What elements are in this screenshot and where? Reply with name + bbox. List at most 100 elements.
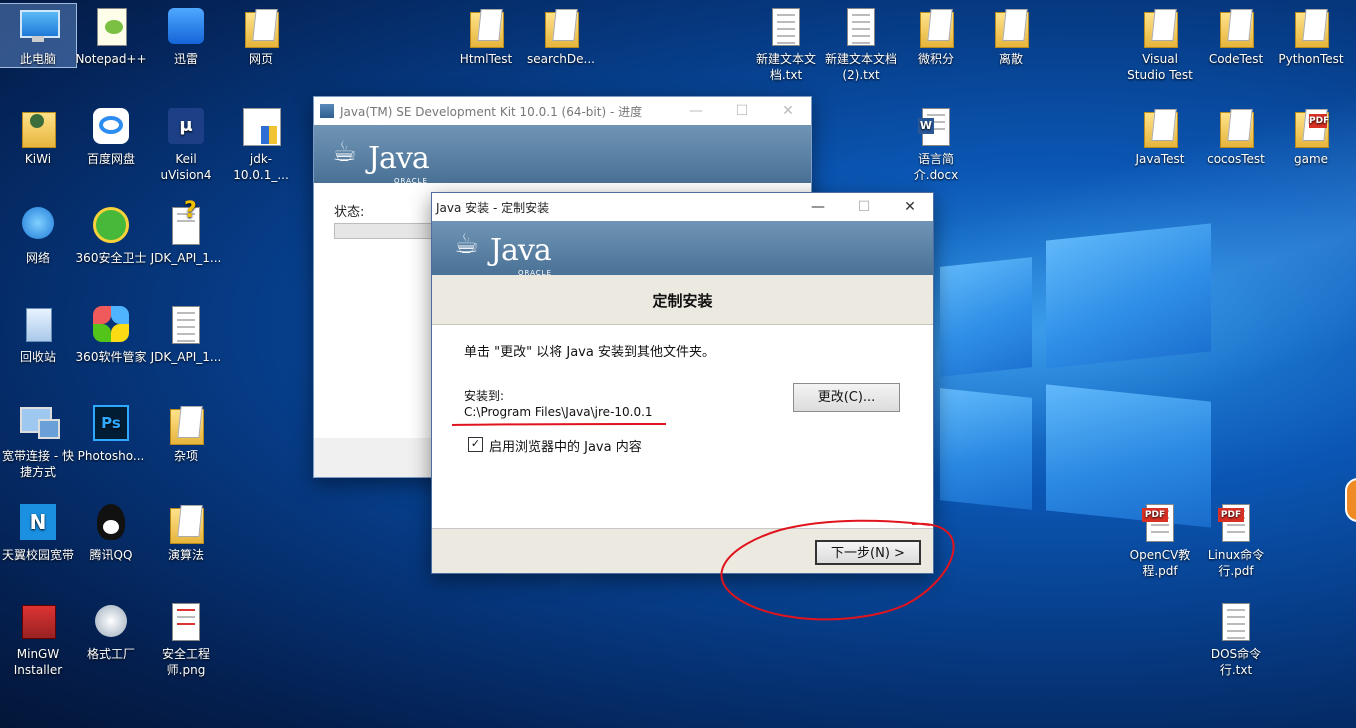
desktop-icon-label: 新建文本文档 (2).txt bbox=[824, 52, 897, 82]
close-button[interactable]: ✕ bbox=[887, 193, 933, 221]
desktop-icon[interactable]: 新建文本文档.txt bbox=[748, 4, 824, 83]
folder-icon bbox=[239, 4, 283, 48]
desktop-icon[interactable]: Visual Studio Test bbox=[1122, 4, 1198, 83]
desktop-icon-label: KiWi bbox=[24, 152, 52, 166]
maximize-button[interactable]: ☐ bbox=[841, 193, 887, 221]
oracle-logo-text: ORACLE bbox=[518, 269, 552, 277]
next-button[interactable]: 下一步(N) > bbox=[815, 540, 921, 565]
desktop-icon-label: 宽带连接 - 快捷方式 bbox=[2, 449, 74, 479]
baidu-icon bbox=[89, 104, 133, 148]
desktop-icon[interactable]: ? JDK_API_1... bbox=[148, 200, 224, 266]
desktop-icon[interactable]: 杂项 bbox=[148, 401, 224, 464]
setup-dialog-titlebar[interactable]: Java 安装 - 定制安装 — ☐ ✕ bbox=[432, 193, 933, 221]
desktop-icon[interactable]: PDF game bbox=[1273, 104, 1349, 167]
desktop-icon-label: MinGW Installer bbox=[13, 647, 63, 677]
desktop-icon[interactable]: CodeTest bbox=[1198, 4, 1274, 67]
desktop-icon-label: 腾讯QQ bbox=[89, 548, 133, 562]
png-icon bbox=[164, 599, 208, 643]
desktop-icon-label: 此电脑 bbox=[19, 52, 56, 66]
install-path: C:\Program Files\Java\jre-10.0.1 bbox=[464, 405, 653, 419]
s360mgr-icon bbox=[89, 302, 133, 346]
desktop-icon[interactable]: W 语言简介.docx bbox=[898, 104, 974, 183]
desktop-icon-label: 新建文本文档.txt bbox=[755, 52, 816, 82]
desktop-icon-label: JDK_API_1... bbox=[150, 251, 222, 265]
desktop-icon[interactable]: N 天翼校园宽带 bbox=[0, 500, 76, 563]
doc-icon bbox=[164, 302, 208, 346]
desktop-icon-label: 演算法 bbox=[167, 548, 204, 562]
orange-edge-widget[interactable] bbox=[1345, 478, 1356, 522]
minimize-button[interactable]: — bbox=[673, 97, 719, 125]
desktop-icon[interactable]: MinGW Installer bbox=[0, 599, 76, 678]
desktop-icon[interactable]: JDK_API_1... bbox=[148, 302, 224, 365]
java-cup-icon: ☕ bbox=[454, 227, 480, 260]
desktop-icon[interactable]: PDF Linux命令行.pdf bbox=[1198, 500, 1274, 579]
notepad-icon bbox=[89, 4, 133, 48]
desktop-icon-label: 微积分 bbox=[917, 52, 954, 66]
change-button[interactable]: 更改(C)... bbox=[793, 383, 900, 412]
desktop-icon[interactable]: 安全工程师.png bbox=[148, 599, 224, 678]
description-text: 单击 "更改" 以将 Java 安装到其他文件夹。 bbox=[464, 345, 715, 360]
desktop-icon-label: PythonTest bbox=[1278, 52, 1344, 66]
doc-icon bbox=[1214, 599, 1258, 643]
desktop-icon-label: 百度网盘 bbox=[86, 152, 135, 166]
desktop-icon[interactable]: 离散 bbox=[973, 4, 1049, 67]
s360-icon bbox=[89, 203, 133, 247]
progress-window-titlebar[interactable]: Java(TM) SE Development Kit 10.0.1 (64-b… bbox=[314, 97, 811, 125]
desktop-icon-label: 360安全卫士 bbox=[75, 251, 147, 265]
desktop-icon[interactable]: 迅雷 bbox=[148, 4, 224, 67]
desktop-icon[interactable]: 微积分 bbox=[898, 4, 974, 67]
bin-icon bbox=[16, 302, 60, 346]
folder-icon bbox=[914, 4, 958, 48]
setup-dialog[interactable]: Java 安装 - 定制安装 — ☐ ✕ ☕ Java ORACLE 定制安装 … bbox=[431, 192, 934, 574]
chm-icon: ? bbox=[164, 200, 208, 247]
desktop-icon-label: JDK_API_1... bbox=[150, 350, 222, 364]
java-logo-word: Java bbox=[490, 233, 552, 268]
desktop-icon-label: 天翼校园宽带 bbox=[1, 548, 74, 562]
desktop-icon[interactable]: 网络 bbox=[0, 203, 76, 266]
status-label: 状态: bbox=[334, 205, 365, 220]
browser-java-checkbox[interactable]: ✓ bbox=[468, 437, 483, 452]
desktop-icon[interactable]: jdk-10.0.1_... bbox=[223, 104, 299, 183]
desktop-icon[interactable]: JavaTest bbox=[1122, 104, 1198, 167]
desktop-icon-label: 网络 bbox=[25, 251, 50, 265]
desktop-icon[interactable]: 格式工厂 bbox=[73, 599, 149, 662]
pc-icon bbox=[16, 4, 60, 48]
next-button-label: 下一步(N) > bbox=[831, 546, 905, 561]
desktop-icon[interactable]: 此电脑 bbox=[0, 3, 77, 68]
desktop-icon[interactable]: μ Keil uVision4 bbox=[148, 104, 224, 183]
desktop-icon[interactable]: KiWi bbox=[0, 104, 76, 167]
keil-icon: μ bbox=[164, 104, 208, 148]
desktop-icon-label: 离散 bbox=[998, 52, 1023, 66]
folder-icon bbox=[1138, 104, 1182, 148]
desktop-icon[interactable]: 新建文本文档 (2).txt bbox=[823, 4, 899, 83]
browser-java-label[interactable]: 启用浏览器中的 Java 内容 bbox=[489, 436, 642, 455]
desktop-icon[interactable]: Ps Photosho... bbox=[73, 401, 149, 464]
desktop-icon[interactable]: cocosTest bbox=[1198, 104, 1274, 167]
desktop-icon[interactable]: 网页 bbox=[223, 4, 299, 67]
folder-icon bbox=[1289, 4, 1333, 48]
close-button[interactable]: ✕ bbox=[765, 97, 811, 125]
desktop-icon[interactable]: Notepad++ bbox=[73, 4, 149, 67]
desktop-icon[interactable]: 演算法 bbox=[148, 500, 224, 563]
minimize-button[interactable]: — bbox=[795, 193, 841, 221]
desktop-icon[interactable]: PDF OpenCV教程.pdf bbox=[1122, 500, 1198, 579]
desktop-icon[interactable]: 百度网盘 bbox=[73, 104, 149, 167]
desktop-icon-label: 迅雷 bbox=[173, 52, 198, 66]
desktop-icon[interactable]: 回收站 bbox=[0, 302, 76, 365]
folder-icon bbox=[164, 401, 208, 445]
desktop-icon[interactable]: DOS命令行.txt bbox=[1198, 599, 1274, 678]
desktop-icon[interactable]: 腾讯QQ bbox=[73, 500, 149, 563]
desktop-icon[interactable]: 宽带连接 - 快捷方式 bbox=[0, 401, 76, 480]
desktop-icon[interactable]: HtmlTest bbox=[448, 4, 524, 67]
java-cup-icon: ☕ bbox=[332, 135, 358, 168]
desktop-icon-label: DOS命令行.txt bbox=[1210, 647, 1262, 677]
desktop-icon[interactable]: PythonTest bbox=[1273, 4, 1349, 67]
desktop-icon[interactable]: searchDe... bbox=[523, 4, 599, 67]
maximize-button[interactable]: ☐ bbox=[719, 97, 765, 125]
dialog-body: 单击 "更改" 以将 Java 安装到其他文件夹。 安装到: C:\Progra… bbox=[432, 325, 933, 529]
desktop-icon[interactable]: 360软件管家 bbox=[73, 302, 149, 365]
jdk-icon bbox=[239, 104, 283, 148]
xunlei-icon bbox=[164, 4, 208, 48]
desktop-icon-label: 网页 bbox=[248, 52, 273, 66]
desktop-icon[interactable]: 360安全卫士 bbox=[73, 203, 149, 266]
